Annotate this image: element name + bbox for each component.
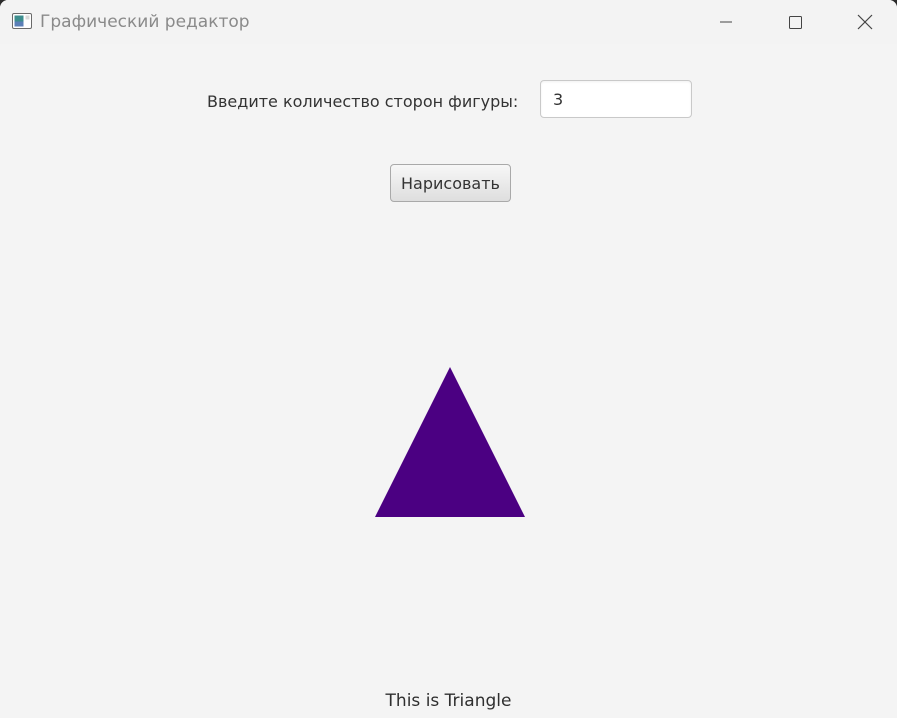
shape-description: This is Triangle — [385, 691, 512, 711]
draw-button[interactable]: Нарисовать — [390, 164, 511, 202]
window-title: Графический редактор — [40, 12, 250, 32]
maximize-icon — [789, 16, 802, 29]
triangle-shape — [375, 367, 525, 517]
minimize-button[interactable] — [694, 0, 758, 44]
drawing-canvas — [375, 367, 525, 517]
maximize-button[interactable] — [763, 0, 827, 44]
sides-count-input[interactable] — [540, 80, 692, 118]
close-button[interactable] — [833, 0, 897, 44]
minimize-icon — [720, 21, 732, 23]
java-app-icon — [12, 13, 32, 29]
app-window: Графический редактор Введите количество … — [0, 0, 897, 718]
title-bar[interactable]: Графический редактор — [0, 0, 897, 44]
close-icon — [857, 14, 873, 30]
sides-count-label: Введите количество сторон фигуры: — [207, 92, 519, 111]
